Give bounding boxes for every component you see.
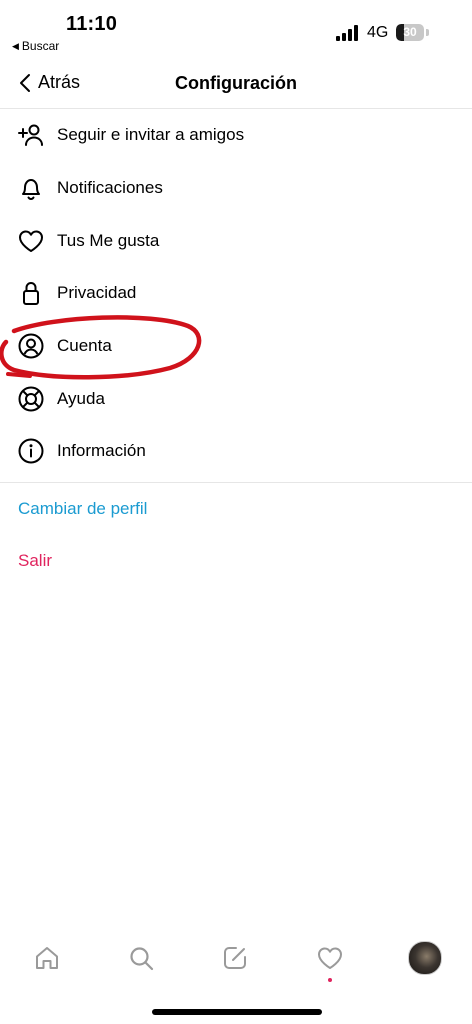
notification-dot (328, 978, 332, 982)
battery-percent: 30 (403, 25, 417, 39)
settings-item-label: Ayuda (57, 388, 105, 408)
status-time: 11:10 (66, 13, 118, 35)
settings-item-label: Tus Me gusta (57, 230, 160, 250)
compose-icon (224, 947, 246, 969)
nav-header: Atrás Configuración (0, 58, 472, 109)
signal-icon (336, 25, 358, 41)
back-to-app-link[interactable]: ◀ Buscar (12, 39, 59, 53)
settings-item-help[interactable]: Ayuda (0, 372, 472, 425)
settings-item-notifications[interactable]: Notificaciones (0, 162, 472, 215)
network-type: 4G (367, 24, 389, 41)
settings-item-label: Notificaciones (57, 178, 163, 198)
tab-home[interactable] (30, 941, 64, 975)
heart-icon (17, 227, 45, 255)
settings-item-account[interactable]: Cuenta (0, 320, 472, 373)
info-icon (17, 437, 45, 465)
settings-item-follow-invite[interactable]: Seguir e invitar a amigos (0, 109, 472, 162)
settings-item-label: Información (57, 441, 146, 461)
status-bar: 11:10 ◀ Buscar 4G 30 (0, 0, 472, 58)
settings-list: Seguir e invitar a amigos Notificaciones… (0, 109, 472, 587)
tab-profile[interactable] (408, 941, 442, 975)
add-person-icon (17, 121, 45, 149)
tab-compose[interactable] (218, 941, 252, 975)
settings-item-privacy[interactable]: Privacidad (0, 267, 472, 320)
back-triangle-icon: ◀ (12, 40, 19, 51)
back-button[interactable]: Atrás (18, 72, 80, 93)
tab-activity[interactable] (313, 941, 347, 982)
settings-item-about[interactable]: Información (0, 425, 472, 478)
lock-icon (17, 279, 45, 307)
user-circle-icon (17, 332, 45, 360)
tab-bar (0, 935, 472, 985)
battery-icon: 30 (396, 24, 430, 41)
logout-link[interactable]: Salir (0, 535, 472, 587)
settings-item-likes[interactable]: Tus Me gusta (0, 214, 472, 267)
back-label: Atrás (38, 72, 81, 92)
search-icon (130, 947, 154, 971)
tab-search[interactable] (124, 941, 158, 975)
home-indicator (152, 1009, 322, 1015)
profile-avatar (408, 941, 442, 975)
bell-icon (17, 174, 45, 202)
activity-heart-icon (318, 947, 342, 969)
switch-profile-link[interactable]: Cambiar de perfil (0, 483, 472, 535)
lifebuoy-icon (17, 385, 45, 413)
settings-item-label: Cuenta (57, 336, 112, 356)
home-icon (36, 947, 58, 969)
back-app-label: Buscar (21, 39, 60, 53)
settings-item-label: Seguir e invitar a amigos (57, 125, 245, 145)
chevron-left-icon (20, 73, 30, 92)
settings-item-label: Privacidad (57, 283, 137, 303)
